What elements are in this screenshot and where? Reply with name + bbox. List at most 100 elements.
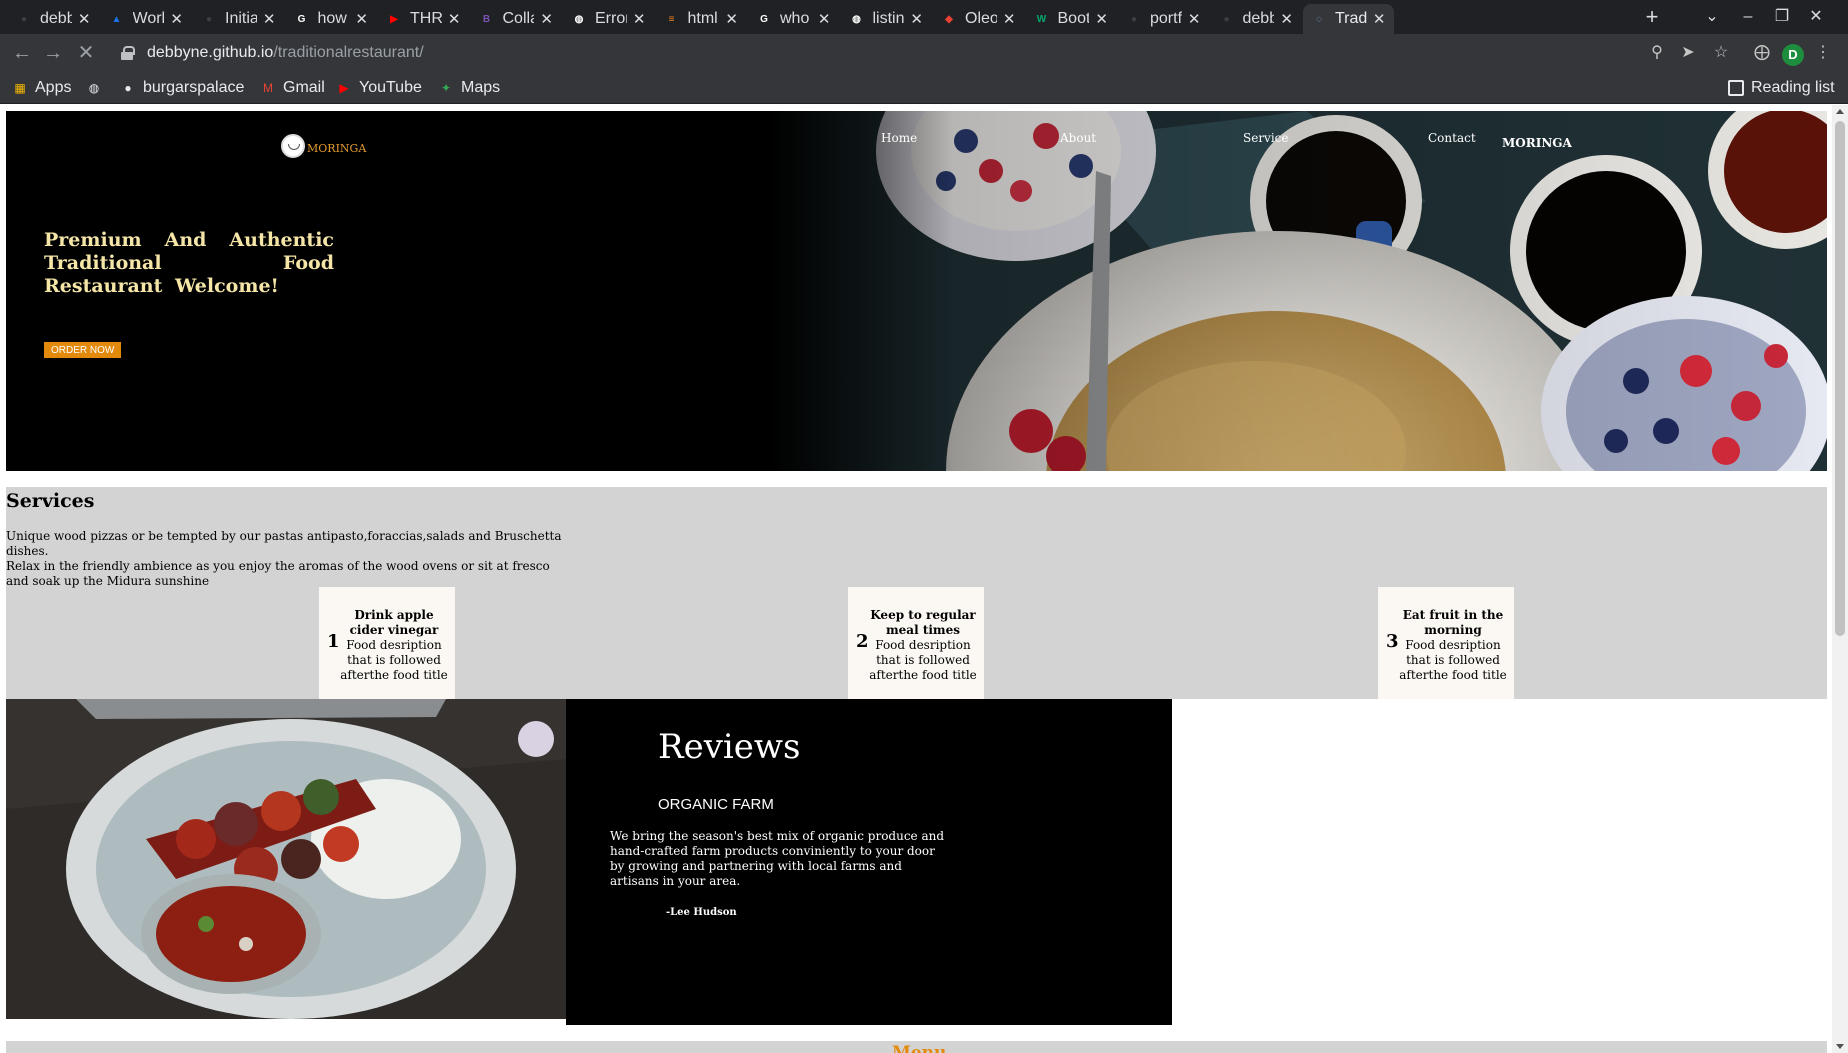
bootstrap-icon: B bbox=[482, 13, 491, 25]
loading-icon: ◌ bbox=[1316, 13, 1322, 25]
tab-0[interactable]: ● debby ✕ bbox=[8, 4, 99, 34]
bookmark-2[interactable]: ● burgarspalace bbox=[120, 77, 244, 99]
close-tab-icon[interactable]: ✕ bbox=[355, 10, 368, 28]
github-icon: ● bbox=[20, 13, 28, 25]
close-tab-icon[interactable]: ✕ bbox=[910, 10, 923, 28]
profile-avatar[interactable]: D bbox=[1782, 44, 1804, 66]
drive-icon: ▲ bbox=[111, 13, 122, 25]
nav-about[interactable]: About bbox=[1060, 131, 1096, 145]
order-now-button[interactable]: ORDER NOW bbox=[44, 342, 122, 358]
nav-home[interactable]: Home bbox=[881, 131, 917, 145]
menu-section: Menu bbox=[6, 1041, 1827, 1053]
services-text-line2: Relax in the friendly ambience as you en… bbox=[6, 559, 550, 588]
tab-2[interactable]: ● Initial ✕ bbox=[193, 4, 284, 34]
maximize-icon[interactable]: ❐ bbox=[1765, 4, 1799, 30]
tab-8[interactable]: Gwho is ✕ bbox=[748, 4, 839, 34]
reading-list-label: Reading list bbox=[1751, 79, 1835, 96]
service-card: 1 Drink apple cider vinegar Food desript… bbox=[319, 587, 455, 699]
tab-1[interactable]: ▲ Work | ✕ bbox=[101, 4, 192, 34]
apps-grid-icon: ▦ bbox=[14, 81, 26, 95]
forward-icon[interactable]: → bbox=[39, 40, 67, 68]
address-bar[interactable]: debbyne.github.io/traditionalrestaurant/ bbox=[110, 37, 1730, 69]
chef-hat-icon bbox=[281, 134, 305, 158]
tab-4[interactable]: ▶ THRO\ ✕ bbox=[378, 4, 469, 34]
tab-title: Initial bbox=[225, 10, 257, 27]
bookmark-1[interactable]: ◍ bbox=[86, 77, 109, 99]
services-section: Services Unique wood pizzas or be tempte… bbox=[6, 487, 1827, 699]
close-tab-icon[interactable]: ✕ bbox=[633, 10, 646, 28]
new-tab-button[interactable]: + bbox=[1637, 4, 1667, 32]
url-text: debbyne.github.io/traditionalrestaurant/ bbox=[147, 44, 424, 62]
menu-dots-icon[interactable]: ⋮ bbox=[1812, 42, 1834, 64]
tab-7[interactable]: ≡ html - ✕ bbox=[656, 4, 747, 34]
tab-title: Tradit bbox=[1335, 10, 1367, 27]
close-tab-icon[interactable]: ✕ bbox=[725, 10, 738, 28]
close-tab-icon[interactable]: ✕ bbox=[1373, 10, 1386, 28]
review-text: We bring the season's best mix of organi… bbox=[610, 829, 945, 888]
url-host: debbyne.github.io bbox=[147, 44, 274, 61]
tab-title: Work | bbox=[132, 10, 165, 27]
tab-14[interactable]: ◌ Tradit ✕ bbox=[1303, 4, 1394, 34]
bookmark-star-icon[interactable]: ☆ bbox=[1710, 42, 1732, 64]
bookmark-label: Apps bbox=[35, 79, 72, 96]
reviews-subheading: ORGANIC FARM bbox=[658, 796, 774, 813]
close-tab-icon[interactable]: ✕ bbox=[540, 10, 553, 28]
review-author: -Lee Hudson bbox=[666, 907, 737, 918]
tab-title: html - bbox=[687, 10, 720, 27]
maps-icon: ✦ bbox=[440, 81, 452, 95]
close-tab-icon[interactable]: ✕ bbox=[1003, 10, 1016, 28]
hero-section: MORINGA Home About Service Contact MORIN… bbox=[6, 111, 1827, 471]
service-card: 2 Keep to regular meal times Food desrip… bbox=[848, 587, 984, 699]
tab-12[interactable]: ● portfo ✕ bbox=[1118, 4, 1209, 34]
minimize-icon[interactable]: – bbox=[1731, 4, 1765, 30]
tab-3[interactable]: Ghow tc ✕ bbox=[286, 4, 377, 34]
tab-13[interactable]: ● debby ✕ bbox=[1211, 4, 1302, 34]
bookmark-5[interactable]: ✦ Maps bbox=[438, 77, 500, 99]
services-text: Unique wood pizzas or be tempted by our … bbox=[6, 529, 576, 589]
tab-title: who is bbox=[780, 10, 812, 27]
url-path: /traditionalrestaurant/ bbox=[273, 44, 424, 61]
services-heading: Services bbox=[6, 490, 95, 512]
close-tab-icon[interactable]: ✕ bbox=[1280, 10, 1293, 28]
tab-9[interactable]: ◍ listing ✕ bbox=[841, 4, 932, 34]
scroll-up-arrow[interactable] bbox=[1836, 109, 1844, 114]
kebab-dish-photo bbox=[6, 699, 566, 1019]
globe-icon: ◍ bbox=[88, 81, 100, 95]
close-tab-icon[interactable]: ✕ bbox=[263, 10, 276, 28]
tab-10[interactable]: ◆ Oleo S ✕ bbox=[933, 4, 1024, 34]
close-window-icon[interactable]: ✕ bbox=[1799, 4, 1833, 30]
site-logo[interactable]: MORINGA bbox=[281, 134, 366, 158]
reading-list-button[interactable]: Reading list bbox=[1728, 77, 1835, 99]
scroll-thumb[interactable] bbox=[1835, 121, 1845, 636]
tab-search-icon[interactable]: ⌄ bbox=[1695, 4, 1729, 30]
lock-icon[interactable] bbox=[120, 46, 135, 60]
google-icon: G bbox=[760, 13, 768, 25]
page-scrollbar[interactable] bbox=[1832, 105, 1848, 1053]
bookmark-label: YouTube bbox=[359, 79, 422, 96]
zoom-icon[interactable]: ⚲ bbox=[1646, 42, 1668, 64]
nav-service[interactable]: Service bbox=[1243, 131, 1289, 145]
close-tab-icon[interactable]: ✕ bbox=[448, 10, 461, 28]
close-tab-icon[interactable]: ✕ bbox=[1095, 10, 1108, 28]
tab-title: THRO\ bbox=[410, 10, 442, 27]
tab-11[interactable]: W Boots ✕ bbox=[1026, 4, 1117, 34]
send-icon[interactable]: ➤ bbox=[1677, 42, 1699, 64]
nav-contact[interactable]: Contact bbox=[1428, 131, 1476, 145]
close-tab-icon[interactable]: ✕ bbox=[170, 10, 183, 28]
extensions-icon[interactable]: ⨁ bbox=[1751, 42, 1773, 64]
browser-toolbar: ← → ✕ debbyne.github.io/traditionalresta… bbox=[0, 34, 1848, 72]
stop-loading-icon[interactable]: ✕ bbox=[72, 40, 100, 68]
bookmark-0[interactable]: ▦ Apps bbox=[12, 77, 71, 99]
tab-5[interactable]: B Collap ✕ bbox=[471, 4, 562, 34]
tab-title: debby bbox=[40, 10, 72, 27]
bookmark-4[interactable]: ▶ YouTube bbox=[336, 77, 422, 99]
service-card: 3 Eat fruit in the morning Food desripti… bbox=[1378, 587, 1514, 699]
close-tab-icon[interactable]: ✕ bbox=[78, 10, 91, 28]
close-tab-icon[interactable]: ✕ bbox=[818, 10, 831, 28]
back-icon[interactable]: ← bbox=[8, 40, 36, 68]
bookmark-3[interactable]: M Gmail bbox=[260, 77, 325, 99]
scroll-down-arrow[interactable] bbox=[1836, 1044, 1844, 1049]
tab-6[interactable]: ◍ Error ✕ bbox=[563, 4, 654, 34]
tab-title: Collap bbox=[502, 10, 535, 27]
close-tab-icon[interactable]: ✕ bbox=[1188, 10, 1201, 28]
